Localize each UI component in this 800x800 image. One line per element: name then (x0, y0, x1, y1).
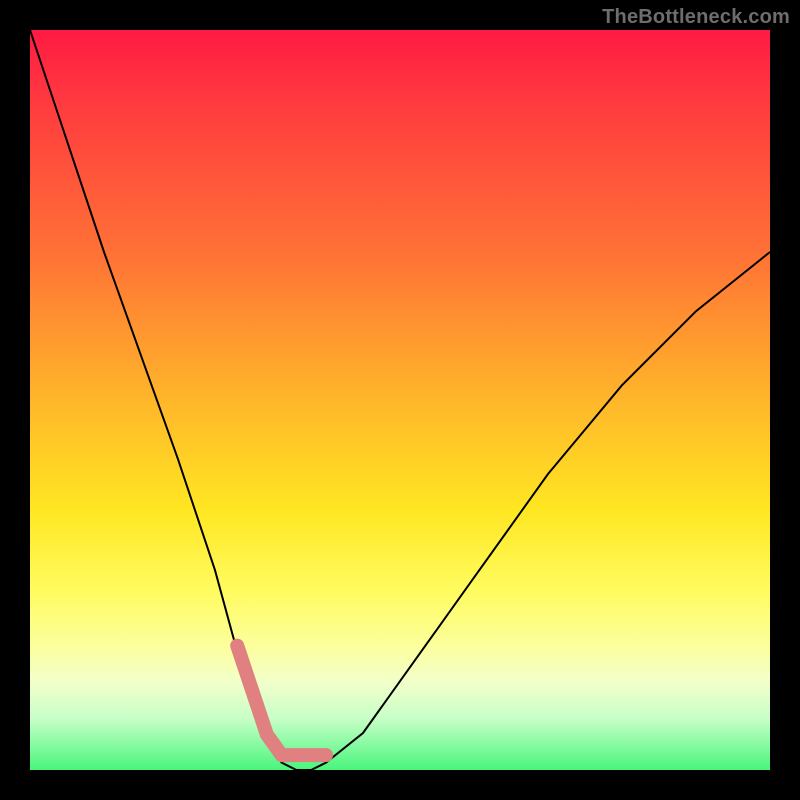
bottleneck-curve (30, 30, 770, 770)
chart-container: TheBottleneck.com (0, 0, 800, 800)
chart-svg (30, 30, 770, 770)
watermark-text: TheBottleneck.com (602, 6, 790, 29)
plot-area (30, 30, 770, 770)
optimal-zone-marker (237, 646, 326, 756)
